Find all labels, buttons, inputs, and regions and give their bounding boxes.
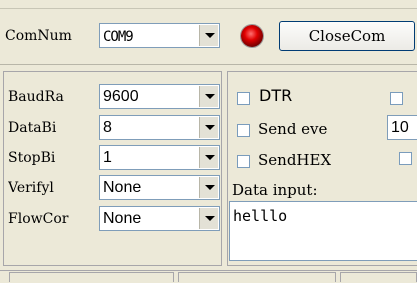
data-input-value: helllo (233, 207, 288, 225)
send-hex-label: SendHEX (258, 151, 332, 169)
setting-value: 9600 (103, 88, 139, 105)
chevron-down-icon[interactable] (199, 208, 218, 229)
setting-label: FlowCor (8, 211, 69, 227)
send-interval-input[interactable]: 10 (387, 115, 417, 140)
chevron-down-icon[interactable] (199, 177, 218, 198)
setting-select[interactable]: None (99, 175, 220, 200)
com-number-value: COM9 (103, 29, 134, 45)
status-panel-2 (178, 272, 336, 282)
setting-label: BaudRa (8, 89, 64, 105)
top-divider (0, 8, 417, 9)
data-input-label: Data input: (232, 181, 318, 199)
setting-label: DataBi (8, 120, 57, 136)
extra-checkbox[interactable] (399, 152, 412, 165)
status-indicator-icon (241, 25, 263, 47)
setting-select[interactable]: 8 (99, 115, 220, 140)
setting-select[interactable]: 1 (99, 145, 220, 170)
setting-value: 1 (103, 149, 112, 166)
setting-value: 8 (103, 119, 112, 136)
com-number-label: ComNum (5, 28, 72, 44)
chevron-down-icon[interactable] (199, 117, 218, 138)
setting-select[interactable]: None (99, 206, 220, 231)
send-every-checkbox[interactable] (237, 124, 250, 137)
close-com-button[interactable]: CloseCom (279, 21, 415, 51)
send-interval-value: 10 (391, 119, 409, 136)
rts-checkbox[interactable] (390, 92, 403, 105)
setting-value: None (103, 210, 142, 227)
setting-label: Verifyl (8, 180, 54, 196)
send-every-label: Send eve (258, 120, 328, 138)
setting-value: None (103, 179, 142, 196)
dtr-checkbox[interactable] (237, 92, 250, 105)
setting-label: StopBi (8, 150, 56, 166)
com-number-select[interactable]: COM9 (99, 23, 220, 48)
setting-select[interactable]: 9600 (99, 84, 220, 109)
status-panel-3 (340, 272, 417, 282)
chevron-down-icon[interactable] (199, 147, 218, 168)
top-divider-shadow (0, 64, 417, 65)
status-panel-1 (9, 272, 174, 282)
send-hex-checkbox[interactable] (237, 155, 250, 168)
data-input-field[interactable]: helllo (229, 201, 417, 261)
chevron-down-icon[interactable] (199, 25, 218, 46)
dtr-label: DTR (259, 86, 293, 105)
chevron-down-icon[interactable] (199, 86, 218, 107)
